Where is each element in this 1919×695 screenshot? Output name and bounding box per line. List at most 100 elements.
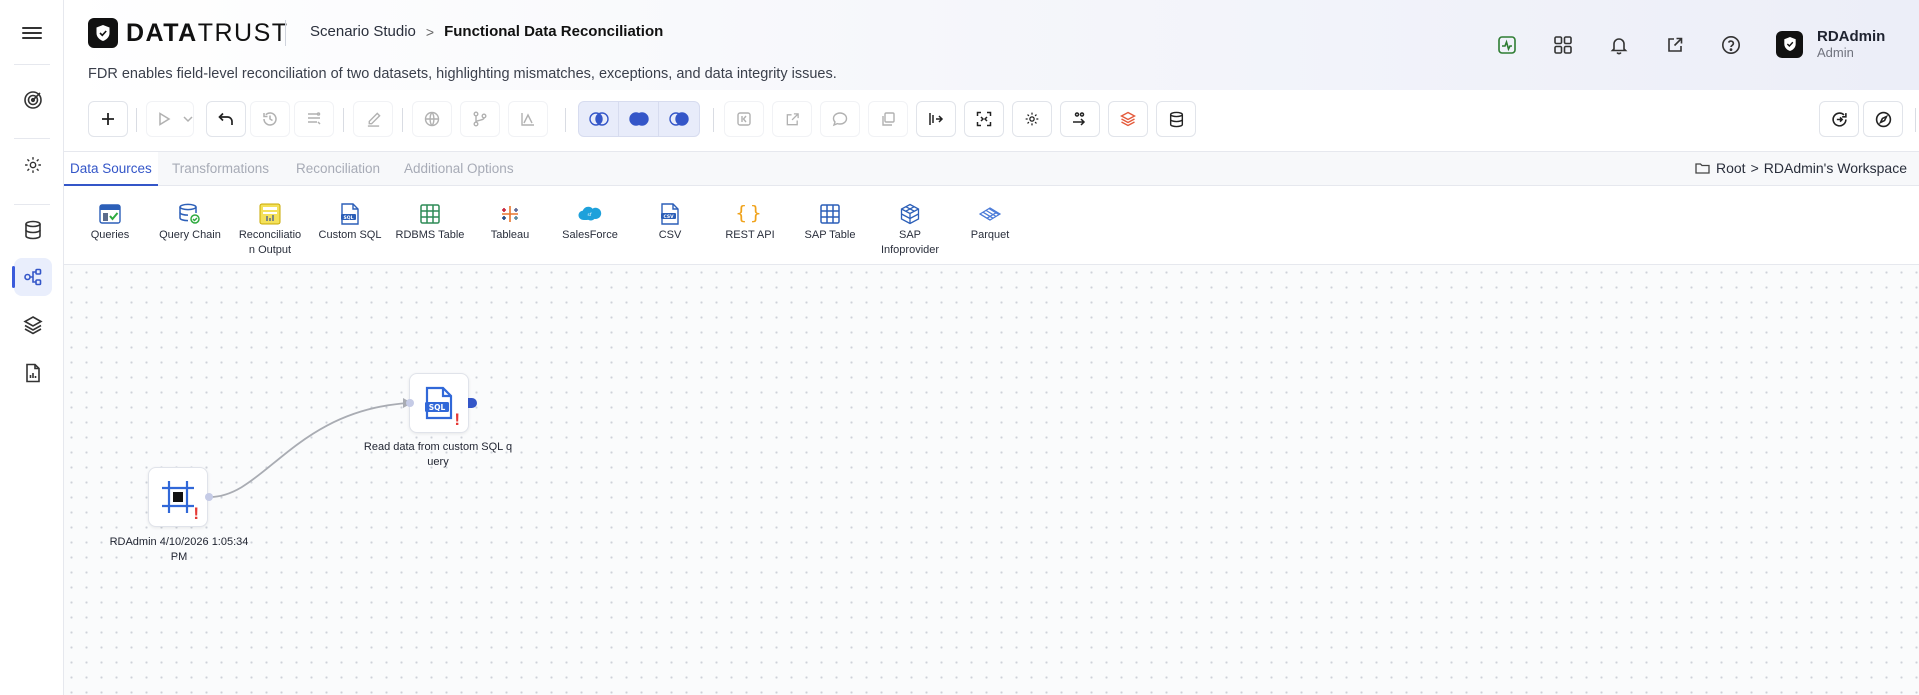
run-button[interactable] xyxy=(146,101,194,137)
page-title: Functional Data Reconciliation xyxy=(444,23,664,40)
tab-data-sources[interactable]: Data Sources xyxy=(64,152,158,186)
custom-sql-node[interactable]: SQL ! xyxy=(409,373,469,433)
share-button[interactable] xyxy=(772,101,812,137)
notifications-bell-icon[interactable] xyxy=(1606,32,1632,58)
history-button[interactable] xyxy=(250,101,290,137)
comment-button[interactable] xyxy=(820,101,860,137)
nav-database-icon[interactable] xyxy=(14,211,52,249)
database-button[interactable] xyxy=(1156,101,1196,137)
refresh-history-button[interactable] xyxy=(1819,101,1859,137)
sap-infoprovider-icon xyxy=(872,202,948,226)
tab-transformations[interactable]: Transformations xyxy=(166,152,275,186)
sql-file-icon: SQL xyxy=(425,386,453,420)
custom-sql-node-label: Read data from custom SQL query xyxy=(363,441,513,469)
palette-item-query-chain[interactable]: Query Chain xyxy=(152,202,228,243)
fit-view-button[interactable] xyxy=(964,101,1004,137)
properties-button[interactable] xyxy=(294,101,334,137)
inner-join-toggle-icon[interactable] xyxy=(579,102,619,136)
custom-sql-input-port[interactable] xyxy=(406,399,414,407)
right-join-toggle-icon[interactable] xyxy=(659,102,699,136)
align-button[interactable] xyxy=(916,101,956,137)
salesforce-icon: sf xyxy=(552,202,628,226)
left-join-toggle-icon[interactable] xyxy=(619,102,659,136)
parquet-icon xyxy=(952,202,1028,226)
user-name: RDAdmin xyxy=(1817,28,1886,45)
user-role: Admin xyxy=(1817,44,1854,60)
header-divider xyxy=(285,20,286,46)
palette-item-csv[interactable]: CSV CSV xyxy=(632,202,708,243)
breadcrumb: Scenario Studio > Functional Data Reconc… xyxy=(310,23,663,40)
breadcrumb-chevron-icon: > xyxy=(425,23,435,40)
external-link-icon[interactable] xyxy=(1662,32,1688,58)
join-type-toggle-group xyxy=(578,101,700,137)
tab-additional-options[interactable]: Additional Options xyxy=(398,152,520,186)
tableau-icon xyxy=(472,202,548,226)
svg-text:SQL: SQL xyxy=(344,215,354,221)
palette-item-sap-infoprovider[interactable]: SAP Infoprovider xyxy=(872,202,948,258)
nav-report-icon[interactable] xyxy=(14,354,52,392)
hamburger-menu-icon[interactable] xyxy=(22,24,42,44)
header-actions xyxy=(1494,32,1744,58)
apps-grid-icon[interactable] xyxy=(1550,32,1576,58)
toolbar-divider xyxy=(565,108,566,132)
svg-text:SQL: SQL xyxy=(429,403,446,412)
toolbar-divider xyxy=(343,108,344,132)
nav-workflow-icon[interactable] xyxy=(12,258,52,296)
palette-label: SAP Infoprovider xyxy=(880,229,940,256)
undo-button[interactable] xyxy=(206,101,246,137)
palette-item-salesforce[interactable]: sf SalesForce xyxy=(552,202,628,243)
copy-button[interactable] xyxy=(868,101,908,137)
palette-label: SalesForce xyxy=(562,229,618,241)
breadcrumb-scenario-studio[interactable]: Scenario Studio xyxy=(310,23,416,40)
add-button[interactable] xyxy=(88,101,128,137)
left-nav-rail xyxy=(0,0,64,695)
app-header: DATATRUST Scenario Studio > Functional D… xyxy=(64,0,1919,90)
source-output-port[interactable] xyxy=(205,493,213,501)
workspace-separator: > xyxy=(1750,160,1759,176)
user-menu[interactable]: RDAdmin Admin xyxy=(1776,28,1886,60)
rdbms-table-icon xyxy=(392,202,468,226)
tab-reconciliation[interactable]: Reconciliation xyxy=(290,152,386,186)
palette-item-rest-api[interactable]: {} REST API xyxy=(712,202,788,243)
layers-stack-button[interactable] xyxy=(1108,101,1148,137)
chart-button[interactable] xyxy=(508,101,548,137)
source-node-label: RDAdmin 4/10/2026 1:05:34 PM xyxy=(109,536,249,564)
palette-label: Parquet xyxy=(970,229,1010,241)
tabs-bar: Data Sources Transformations Reconciliat… xyxy=(64,152,1919,186)
first-page-button[interactable] xyxy=(724,101,764,137)
palette-item-queries[interactable]: Queries xyxy=(72,202,148,243)
source-node[interactable]: ! xyxy=(148,467,208,527)
health-status-icon[interactable] xyxy=(1494,32,1520,58)
svg-text:CSV: CSV xyxy=(663,214,674,220)
workspace-breadcrumb[interactable]: Root > RDAdmin's Workspace xyxy=(1695,160,1907,176)
workflow-canvas[interactable]: ! RDAdmin 4/10/2026 1:05:34 PM SQL ! Rea… xyxy=(64,265,1919,695)
datatrust-logo[interactable]: DATATRUST xyxy=(88,18,289,48)
configure-gear-button[interactable] xyxy=(1012,101,1052,137)
globe-button[interactable] xyxy=(412,101,452,137)
palette-item-rdbms-table[interactable]: RDBMS Table xyxy=(392,202,468,243)
toolbar-divider xyxy=(713,108,714,132)
frame-crop-icon xyxy=(162,481,194,513)
workspace-root[interactable]: Root xyxy=(1716,160,1746,176)
palette-label: CSV xyxy=(658,229,682,241)
palette-item-parquet[interactable]: Parquet xyxy=(952,202,1028,243)
user-info: RDAdmin Admin xyxy=(1817,28,1886,60)
warning-icon: ! xyxy=(454,410,460,429)
canvas-toolbar xyxy=(64,90,1919,152)
workspace-name[interactable]: RDAdmin's Workspace xyxy=(1764,160,1907,176)
toolbar-divider xyxy=(136,108,137,132)
edit-button[interactable] xyxy=(353,101,393,137)
compass-button[interactable] xyxy=(1863,101,1903,137)
palette-item-tableau[interactable]: Tableau xyxy=(472,202,548,243)
branch-button[interactable] xyxy=(460,101,500,137)
transform-button[interactable] xyxy=(1060,101,1100,137)
palette-label: RDBMS Table xyxy=(395,229,465,241)
nav-target-icon[interactable] xyxy=(14,81,52,119)
palette-item-sap-table[interactable]: SAP Table xyxy=(792,202,868,243)
palette-item-custom-sql[interactable]: SQL Custom SQL xyxy=(312,202,388,243)
palette-item-reconciliation-output[interactable]: Reconciliation Output xyxy=(232,202,308,258)
nav-settings-gear-icon[interactable] xyxy=(14,146,52,184)
nav-layers-icon[interactable] xyxy=(14,306,52,344)
help-icon[interactable] xyxy=(1718,32,1744,58)
edge-connector xyxy=(209,398,412,498)
